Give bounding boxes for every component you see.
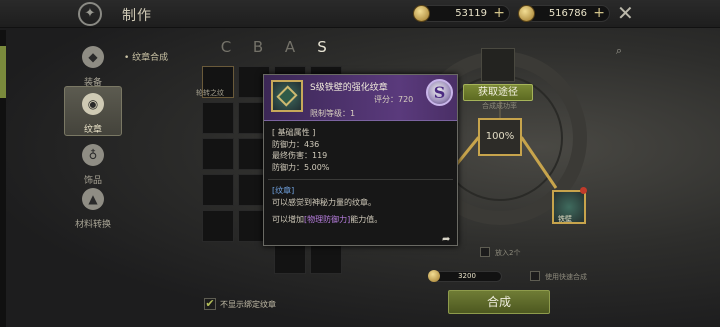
- desc-line: 可以增加[物理防御力]能力值。: [272, 214, 452, 226]
- item-name: S级铁壁的强化纹章: [310, 83, 388, 93]
- stat-line: 最终伤害：119: [272, 151, 328, 160]
- desc-suffix: 能力值。: [350, 215, 383, 224]
- gold-coin-icon: [428, 270, 440, 282]
- left-edge-accent: [0, 46, 6, 98]
- hide-bound-label: 不显示绑定纹章: [220, 300, 276, 309]
- sidebar-item-label: 纹章: [83, 125, 102, 135]
- quick-synth-checkbox[interactable]: [530, 271, 540, 281]
- emblem-slot[interactable]: [202, 102, 234, 134]
- hide-bound-checkbox[interactable]: ✔: [204, 298, 216, 310]
- armor-icon: ◆: [82, 46, 104, 68]
- notification-dot: [580, 187, 587, 194]
- item-required-level: 限制等级：1: [310, 109, 356, 118]
- page-title: 制作: [122, 8, 152, 24]
- cell-item-label: 轮转之纹: [196, 89, 224, 97]
- add-two-label: 放入2个: [495, 249, 521, 257]
- sidebar-item-armor[interactable]: ◆ 装备: [64, 40, 122, 90]
- desc-tag: [纹章]: [272, 186, 295, 195]
- dragon-logo-icon: ✦: [78, 2, 102, 26]
- breadcrumb: • 纹章合成: [124, 53, 169, 63]
- stat-line: 防御力：436: [272, 139, 320, 149]
- item-tooltip: S级铁壁的强化纹章 评分：720 限制等级：1 S [ 基础属性 ] 防御力：4…: [263, 74, 458, 246]
- search-icon[interactable]: ⌕: [612, 44, 626, 58]
- tooltip-description: [纹章] 可以感觉到神秘力量的纹章。 可以增加[物理防御力]能力值。: [272, 185, 452, 226]
- sidebar-item-accessory[interactable]: ♁ 饰品: [64, 138, 122, 188]
- success-rate: 100%: [478, 118, 522, 156]
- accessory-icon: ♁: [82, 144, 104, 166]
- stats-section-title: [ 基础属性 ]: [272, 128, 316, 137]
- emblem-item-icon: [271, 80, 303, 112]
- acquire-route-button[interactable]: 获取途径: [463, 84, 533, 101]
- quick-synth-label: 使用快速合成: [545, 273, 587, 281]
- coin-icon: [518, 5, 535, 22]
- add-gold-button[interactable]: +: [493, 6, 505, 21]
- tab-grade-b[interactable]: B: [250, 38, 266, 56]
- desc-line: 可以感觉到神秘力量的纹章。: [272, 197, 376, 207]
- anvil-icon: ▲: [82, 188, 104, 210]
- emblem-slot[interactable]: [202, 210, 234, 242]
- add-coin-button[interactable]: +: [593, 6, 605, 21]
- stat-line: 防御力：5.00%: [272, 162, 330, 172]
- emblem-slot[interactable]: [202, 138, 234, 170]
- top-bar: ✦ 制作 53119 + 516786 + ✕: [0, 0, 720, 28]
- emblem-slot[interactable]: [202, 174, 234, 206]
- emblem-icon: ◉: [82, 93, 104, 115]
- item-score: 评分：720: [374, 95, 414, 104]
- sidebar-item-label: 材料转换: [74, 220, 111, 230]
- gold-coin-icon: [413, 5, 430, 22]
- result-slot-label: 铁壁: [558, 215, 572, 223]
- tooltip-stats: [ 基础属性 ] 防御力：436 最终伤害：119 防御力：5.00%: [272, 127, 452, 173]
- gold-amount: 53119: [455, 8, 487, 19]
- coin-amount: 516786: [548, 8, 587, 19]
- tab-grade-s[interactable]: S: [314, 38, 330, 56]
- add-two-checkbox[interactable]: [480, 247, 490, 257]
- divider: [268, 179, 453, 180]
- success-rate-label: 合成成功率: [482, 102, 517, 110]
- emblem-slot[interactable]: [310, 242, 342, 274]
- tab-grade-a[interactable]: A: [282, 38, 298, 56]
- coin-currency: 516786 +: [518, 5, 610, 22]
- material-slot-top[interactable]: [481, 48, 515, 82]
- desc-prefix: 可以增加: [272, 215, 304, 224]
- close-icon[interactable]: ✕: [617, 3, 634, 23]
- sidebar-item-material[interactable]: ▲ 材料转换: [64, 182, 122, 232]
- synth-cost: 3200: [432, 271, 502, 282]
- share-icon[interactable]: ➦: [442, 234, 450, 245]
- sidebar-item-emblem[interactable]: ◉ 纹章: [64, 86, 122, 136]
- desc-highlight: [物理防御力]: [304, 215, 351, 224]
- emblem-gem-icon: [276, 85, 298, 107]
- tooltip-header: S级铁壁的强化纹章 评分：720 限制等级：1 S: [264, 75, 457, 121]
- synthesize-button[interactable]: 合成: [448, 290, 550, 314]
- grade-badge: S: [426, 79, 453, 106]
- tab-grade-c[interactable]: C: [218, 38, 234, 56]
- gold-currency: 53119 +: [413, 5, 510, 22]
- emblem-slot[interactable]: [274, 242, 306, 274]
